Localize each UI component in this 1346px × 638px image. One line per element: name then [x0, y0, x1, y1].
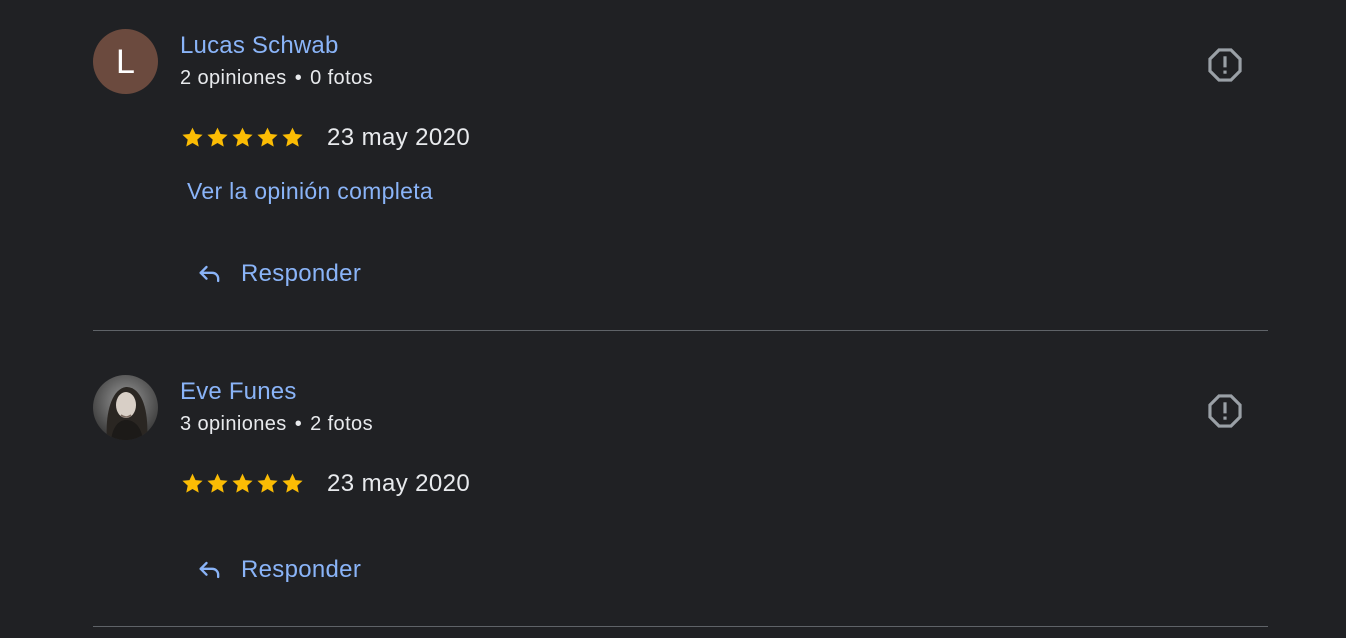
profile-photo — [93, 375, 158, 440]
star-icon — [232, 127, 253, 147]
star-icon — [282, 473, 303, 493]
report-flag-icon[interactable] — [1206, 46, 1244, 84]
meta-separator: • — [294, 67, 303, 89]
reviews-count: 2 opiniones — [180, 67, 287, 89]
reply-label: Responder — [241, 556, 362, 583]
review-date: 23 may 2020 — [327, 470, 471, 497]
reviewer-meta: 3 opiniones • 2 fotos — [180, 413, 373, 436]
star-icon — [207, 127, 228, 147]
star-icon — [182, 473, 203, 493]
reply-label: Responder — [241, 260, 362, 287]
star-icon — [182, 127, 203, 147]
review-divider — [93, 626, 1268, 627]
star-icon — [232, 473, 253, 493]
star-rating — [180, 471, 305, 496]
reply-icon — [199, 265, 220, 283]
reviewer-name[interactable]: Lucas Schwab — [180, 32, 339, 60]
avatar[interactable]: L — [93, 29, 158, 94]
review-divider — [93, 330, 1268, 331]
photos-count: 0 fotos — [310, 67, 373, 89]
star-icon — [257, 473, 278, 493]
avatar[interactable] — [93, 375, 158, 440]
reviewer-name[interactable]: Eve Funes — [180, 378, 297, 406]
star-icon — [257, 127, 278, 147]
photos-count: 2 fotos — [310, 413, 373, 435]
star-icon — [282, 127, 303, 147]
full-review-link[interactable]: Ver la opinión completa — [187, 178, 433, 205]
star-rating — [180, 125, 305, 150]
reply-button[interactable]: Responder — [196, 556, 361, 584]
report-flag-icon[interactable] — [1206, 392, 1244, 430]
meta-separator: • — [294, 413, 303, 435]
star-icon — [207, 473, 228, 493]
reply-icon — [199, 561, 220, 579]
reply-button[interactable]: Responder — [196, 260, 361, 288]
reviews-count: 3 opiniones — [180, 413, 287, 435]
reviewer-meta: 2 opiniones • 0 fotos — [180, 67, 373, 90]
review-date: 23 may 2020 — [327, 124, 471, 151]
